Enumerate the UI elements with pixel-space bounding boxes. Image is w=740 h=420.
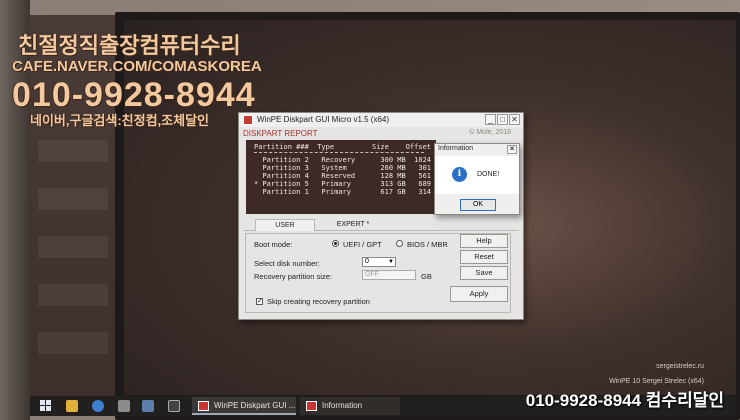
taskbar-task-information[interactable]: Information	[300, 397, 400, 415]
mode-tabs: USER EXPERT *	[243, 219, 519, 231]
terminal-icon[interactable]	[168, 400, 180, 412]
report-label: DISKPART REPORT	[243, 129, 318, 138]
dialog-message: DONE!	[477, 171, 500, 178]
reset-button[interactable]: Reset	[460, 250, 508, 264]
maximize-button[interactable]: □	[497, 114, 508, 125]
report-row: * Partition 5 Primary 313 GB 689 MB	[254, 180, 444, 188]
disk-tool-icon[interactable]	[142, 400, 154, 412]
window-titlebar[interactable]: WinPE Diskpart GUI Micro v1.5 (x64) _ □ …	[239, 113, 523, 127]
desktop-icons	[38, 140, 108, 380]
user-panel: Boot mode: UEFI / GPT BIOS / MBR Select …	[245, 233, 511, 313]
tab-expert[interactable]: EXPERT *	[323, 219, 383, 231]
recovery-unit-label: GB	[421, 272, 432, 281]
desktop-os-note: WinPE 10 Sergei Strelec (x64)	[609, 378, 704, 385]
report-row: Partition 2 Recovery 300 MB 1024 KB	[254, 156, 444, 164]
app-icon	[306, 401, 317, 411]
dialog-close-button[interactable]: ✕	[507, 145, 517, 154]
uefi-label: UEFI / GPT	[343, 240, 382, 249]
tab-user[interactable]: USER	[255, 219, 315, 231]
taskbar-task-label: WinPE Diskpart GUI ...	[214, 401, 296, 410]
skip-recovery-label: Skip creating recovery partition	[267, 297, 370, 306]
taskbar-task-label: Information	[322, 401, 363, 410]
information-dialog: Information ✕ i DONE! OK	[434, 143, 520, 215]
browser-icon[interactable]	[92, 400, 104, 412]
bios-radio[interactable]	[396, 240, 403, 247]
disk-number-select[interactable]: 0 ▼	[362, 257, 396, 267]
report-header: Partition ### Type Size Offset	[254, 143, 432, 151]
app-icon	[198, 401, 209, 411]
uefi-radio[interactable]	[332, 240, 339, 247]
bios-label: BIOS / MBR	[407, 240, 448, 249]
help-button[interactable]: Help	[460, 234, 508, 248]
close-button[interactable]: ✕	[509, 114, 520, 125]
desktop-site-note: sergeistrelec.ru	[656, 363, 704, 370]
report-row: Partition 1 Primary 617 GB 314 GB	[254, 188, 444, 196]
dialog-body: i DONE!	[435, 156, 519, 194]
report-row: Partition 3 System 260 MB 301 MB	[254, 164, 444, 172]
watermark-bottom: 010-9928-8944 컴수리달인	[525, 391, 724, 410]
recovery-size-label: Recovery partition size:	[254, 272, 332, 281]
select-disk-label: Select disk number:	[254, 259, 320, 268]
apply-button[interactable]: Apply	[450, 286, 508, 302]
report-row: Partition 4 Reserved 128 MB 561 MB	[254, 172, 444, 180]
copyright: © Mole, 2018	[469, 129, 511, 136]
disk-number-value: 0	[365, 258, 369, 265]
tool-icon[interactable]	[118, 400, 130, 412]
save-button[interactable]: Save	[460, 266, 508, 280]
chevron-down-icon: ▼	[388, 259, 394, 265]
folder-icon[interactable]	[66, 400, 78, 412]
dialog-title: Information	[438, 145, 474, 152]
app-icon	[243, 115, 253, 125]
window-title: WinPE Diskpart GUI Micro v1.5 (x64)	[257, 115, 390, 124]
watermark-title: 친절정직출장컴퓨터수리	[18, 33, 241, 58]
skip-recovery-checkbox[interactable]: ✓	[256, 298, 263, 305]
report-separator	[254, 152, 424, 153]
watermark-search: 네이버,구글검색:친정컴,조체달인	[30, 113, 209, 128]
minimize-button[interactable]: _	[485, 114, 496, 125]
ok-button[interactable]: OK	[460, 199, 496, 211]
diskpart-report: Partition ### Type Size Offset Partition…	[246, 140, 444, 214]
windows-start-icon[interactable]	[40, 400, 52, 412]
taskbar-task-diskpart[interactable]: WinPE Diskpart GUI ...	[192, 397, 296, 415]
watermark-url: CAFE.NAVER.COM/COMASKOREA	[12, 58, 262, 75]
recovery-size-field[interactable]: OFF	[362, 270, 416, 280]
boot-mode-label: Boot mode:	[254, 240, 293, 249]
info-icon: i	[452, 167, 467, 182]
